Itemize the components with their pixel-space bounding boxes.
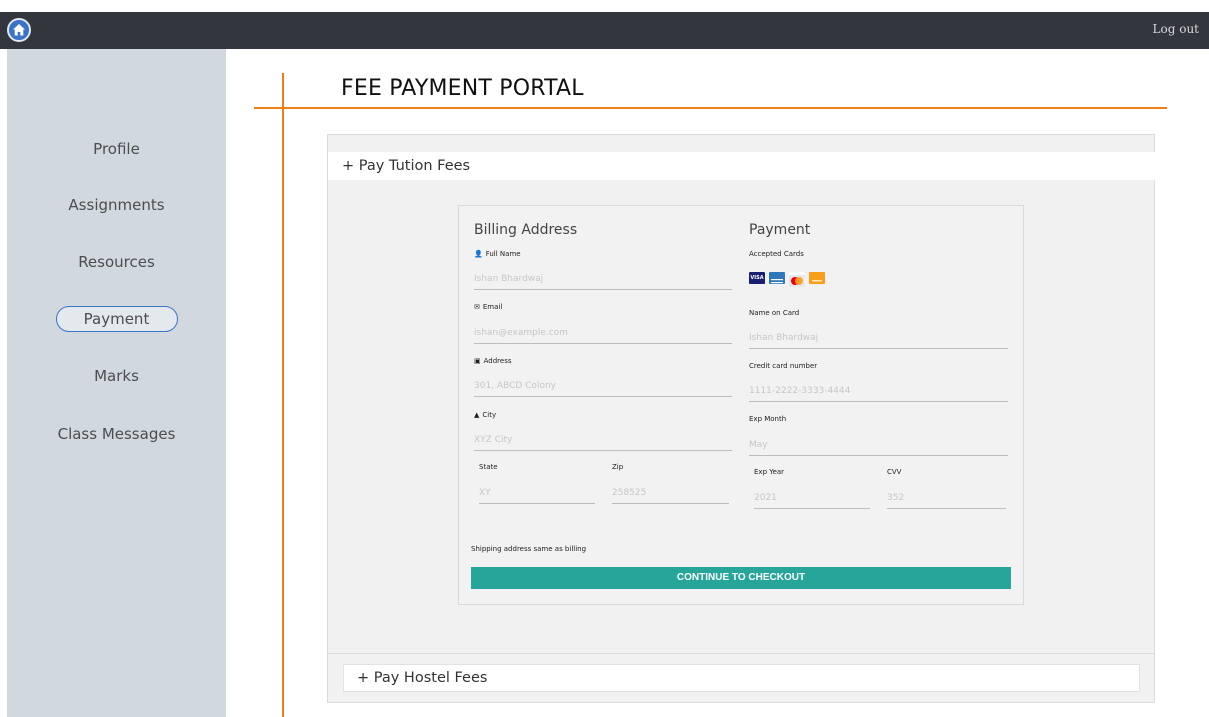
city-input[interactable]	[474, 429, 732, 451]
sidebar: Profile Assignments Resources Payment Ma…	[7, 49, 226, 717]
card-number-label: Credit card number	[749, 362, 818, 370]
zip-label: Zip	[612, 463, 624, 471]
payment-title: Payment	[749, 222, 811, 238]
address-input[interactable]	[474, 375, 732, 397]
full-name-input[interactable]	[474, 268, 732, 290]
exp-month-input[interactable]	[749, 434, 1008, 456]
top-strip	[0, 0, 1209, 12]
tuition-fees-panel: + Pay Tution Fees Billing Address 👤 Full…	[327, 134, 1155, 654]
sidebar-item-profile[interactable]: Profile	[7, 140, 226, 158]
shipping-same-label: Shipping address same as billing	[471, 545, 587, 553]
logout-link[interactable]: Log out	[1153, 22, 1199, 36]
home-icon	[13, 24, 25, 36]
visa-card-icon: VISA	[749, 272, 765, 284]
tuition-fees-accordion-header[interactable]: + Pay Tution Fees	[328, 152, 1155, 180]
state-input[interactable]	[479, 482, 595, 504]
zip-input[interactable]	[612, 482, 729, 504]
hostel-fees-accordion-header[interactable]: + Pay Hostel Fees	[343, 664, 1140, 692]
mastercard-card-icon	[789, 272, 805, 287]
full-name-label: 👤 Full Name	[474, 250, 521, 258]
accent-vertical-line	[282, 73, 284, 717]
exp-month-label: Exp Month	[749, 415, 787, 423]
cvv-input[interactable]	[887, 487, 1006, 509]
sidebar-item-class-messages[interactable]: Class Messages	[7, 425, 226, 443]
sidebar-item-payment[interactable]: Payment	[7, 306, 226, 332]
accent-horizontal-line	[254, 107, 1167, 109]
address-label: ▣ Address	[474, 357, 512, 365]
discover-card-icon	[809, 272, 825, 284]
exp-year-label: Exp Year	[754, 468, 785, 476]
email-input[interactable]	[474, 322, 732, 344]
sidebar-item-assignments[interactable]: Assignments	[7, 196, 226, 214]
address-card-icon: ▣	[474, 357, 481, 365]
email-label: ✉ Email	[474, 303, 503, 311]
billing-address-title: Billing Address	[474, 222, 578, 238]
institution-icon: ▲	[474, 411, 480, 419]
hostel-fees-panel: + Pay Hostel Fees	[327, 654, 1155, 703]
continue-to-checkout-button[interactable]: CONTINUE TO CHECKOUT	[471, 567, 1011, 589]
accepted-cards: VISA	[749, 272, 825, 287]
home-button[interactable]	[7, 18, 31, 42]
sidebar-item-marks[interactable]: Marks	[7, 367, 226, 385]
checkout-form: Billing Address 👤 Full Name ✉ Email ▣ Ad…	[458, 205, 1024, 605]
user-icon: 👤	[474, 250, 483, 258]
city-label: ▲ City	[474, 411, 497, 419]
page-title: FEE PAYMENT PORTAL	[341, 76, 584, 101]
sidebar-item-label: Payment	[55, 306, 178, 332]
top-nav-bar: Log out	[0, 12, 1209, 49]
envelope-icon: ✉	[474, 303, 480, 311]
amex-card-icon	[769, 272, 785, 284]
name-on-card-input[interactable]	[749, 327, 1008, 349]
cvv-label: CVV	[887, 468, 902, 476]
name-on-card-label: Name on Card	[749, 309, 800, 317]
exp-year-input[interactable]	[754, 487, 870, 509]
state-label: State	[479, 463, 498, 471]
accepted-cards-label: Accepted Cards	[749, 250, 804, 258]
card-number-input[interactable]	[749, 380, 1008, 402]
sidebar-item-resources[interactable]: Resources	[7, 253, 226, 271]
